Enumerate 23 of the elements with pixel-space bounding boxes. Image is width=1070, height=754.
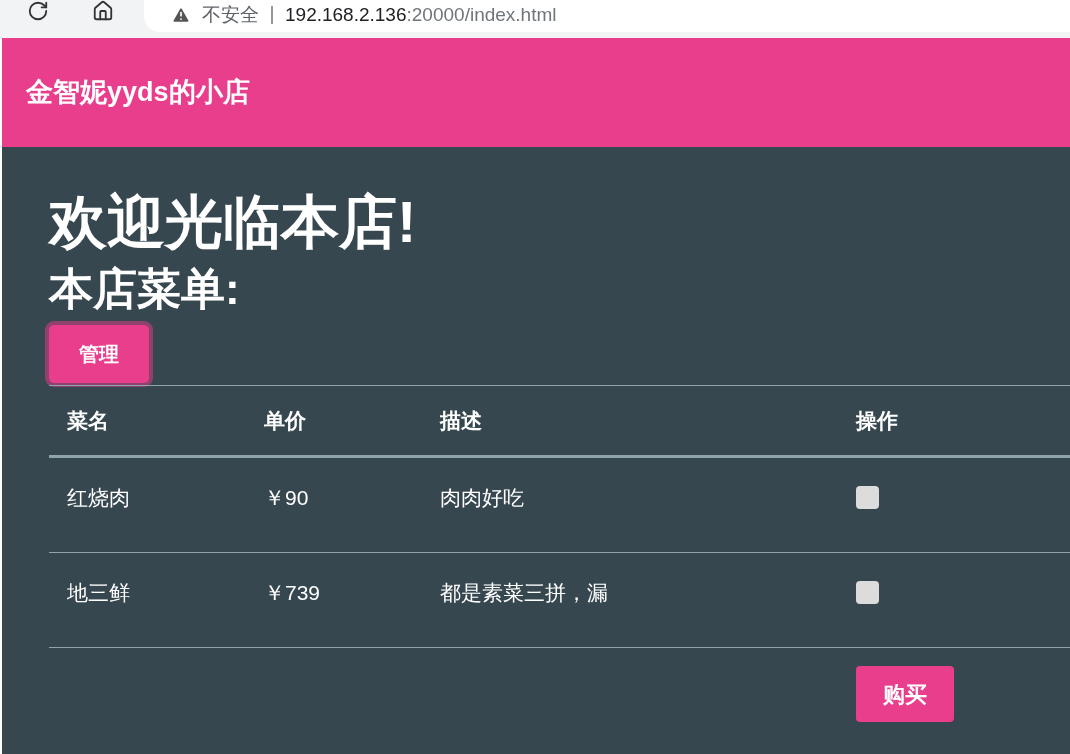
manage-button[interactable]: 管理	[49, 325, 149, 383]
column-header: 单价	[264, 408, 306, 432]
column-header: 描述	[440, 408, 482, 432]
checkbox[interactable]	[856, 581, 879, 604]
buy-button[interactable]: 购买	[856, 666, 954, 722]
column-header: 操作	[856, 408, 898, 432]
warning-icon	[170, 5, 192, 25]
checkbox[interactable]	[856, 486, 879, 509]
table-cell: 都是素菜三拼，漏	[440, 581, 608, 604]
shop-title[interactable]: 金智妮yyds的小店	[26, 72, 250, 113]
reload-icon[interactable]	[27, 0, 49, 22]
menu-heading: 本店菜单:	[49, 263, 241, 315]
url-text: 192.168.2.136:20000/index.html	[285, 2, 557, 27]
table-cell: 红烧肉	[67, 486, 130, 509]
table-cell: ￥90	[264, 486, 309, 509]
table-cell: 地三鲜	[67, 581, 130, 604]
home-icon[interactable]	[92, 0, 114, 22]
column-header: 菜名	[67, 408, 109, 432]
security-label: 不安全	[202, 2, 259, 27]
address-bar[interactable]: 不安全 192.168.2.136:20000/index.html	[144, 0, 1070, 32]
table-cell: 肉肉好吃	[440, 486, 524, 509]
welcome-heading: 欢迎光临本店!	[49, 188, 418, 256]
table-cell: ￥739	[264, 581, 321, 604]
